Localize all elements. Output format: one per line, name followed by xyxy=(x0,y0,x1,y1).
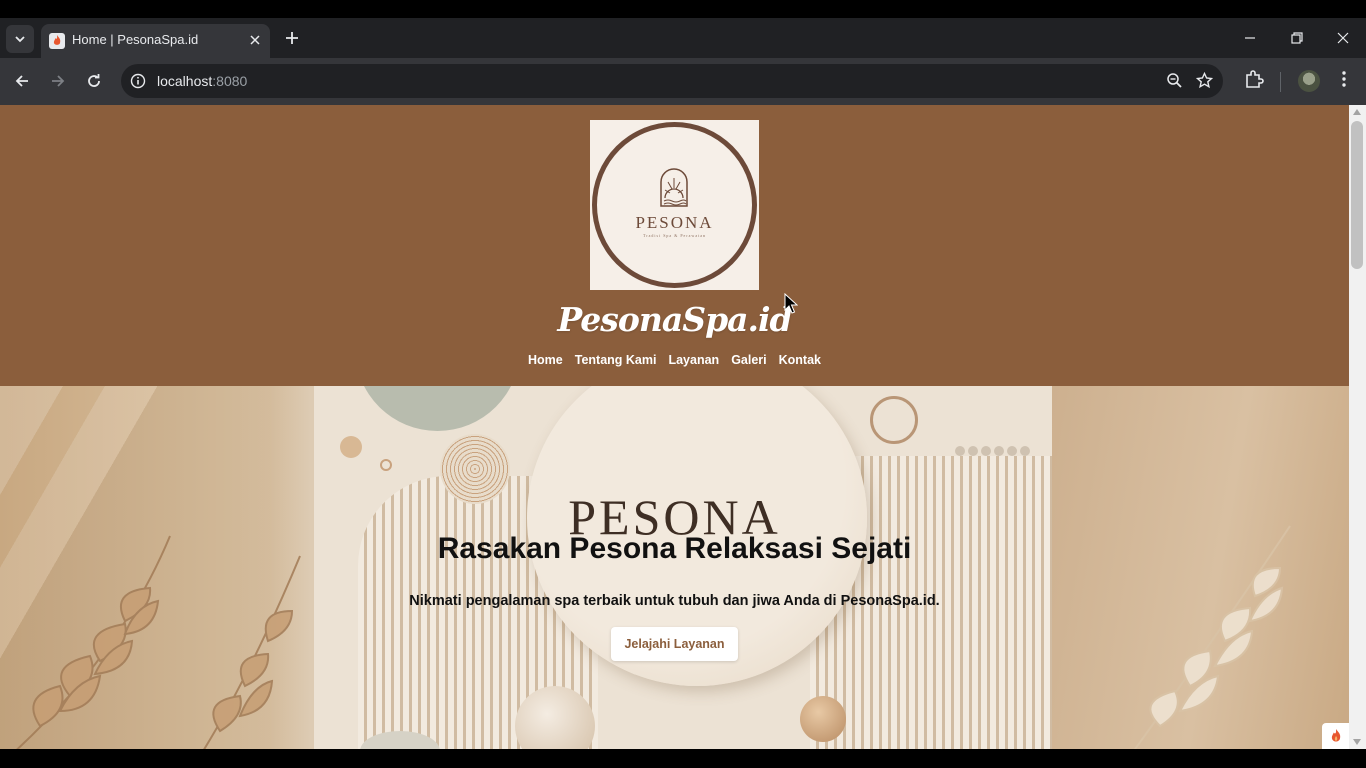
page-scrollbar[interactable] xyxy=(1349,105,1366,749)
chevron-down-icon xyxy=(15,36,25,43)
reload-button[interactable] xyxy=(82,69,106,93)
floating-widget-button[interactable] xyxy=(1322,723,1349,749)
nav-home[interactable]: Home xyxy=(528,353,563,367)
puzzle-icon xyxy=(1246,70,1264,88)
hero-title: Rasakan Pesona Relaksasi Sejati xyxy=(437,532,912,565)
back-button[interactable] xyxy=(10,69,34,93)
back-arrow-icon xyxy=(15,75,28,87)
hero-dots xyxy=(955,446,1030,456)
explore-services-button[interactable]: Jelajahi Layanan xyxy=(611,627,738,661)
nav-layanan[interactable]: Layanan xyxy=(668,353,719,367)
tab-search-button[interactable] xyxy=(6,25,34,53)
browser-menu-button[interactable] xyxy=(1336,69,1352,89)
hero-dot xyxy=(340,436,362,458)
browser-tab[interactable]: Home | PesonaSpa.id xyxy=(41,24,270,58)
screen-bottom-edge xyxy=(0,749,1366,768)
page-viewport: PESONA Tradisi Spa & Perawatan PesonaSpa… xyxy=(0,105,1349,749)
flame-icon xyxy=(49,33,65,49)
restore-icon xyxy=(1291,32,1303,44)
logo-wordmark: PESONA xyxy=(635,213,714,232)
main-nav: Home Tentang Kami Layanan Galeri Kontak xyxy=(0,353,1349,367)
hero-section: PESONA Rasakan Pesona Relaksasi Sejati N… xyxy=(0,386,1349,749)
url-text: localhost:8080 xyxy=(157,73,247,89)
scroll-up-arrow[interactable] xyxy=(1353,109,1361,115)
kebab-menu-icon xyxy=(1342,71,1346,87)
hero-subtitle: Nikmati pengalaman spa terbaik untuk tub… xyxy=(409,593,940,609)
screen: Home | PesonaSpa.id localhost:8080 PESON… xyxy=(0,0,1366,768)
address-bar[interactable]: localhost:8080 xyxy=(121,64,1223,98)
hero-pebble xyxy=(800,696,846,742)
new-tab-button[interactable] xyxy=(281,27,303,49)
hero-dot xyxy=(380,459,392,471)
nav-tentang-kami[interactable]: Tentang Kami xyxy=(575,353,657,367)
browser-tab-strip: Home | PesonaSpa.id xyxy=(0,18,1366,58)
restore-button[interactable] xyxy=(1285,27,1309,49)
toolbar-divider xyxy=(1280,72,1281,92)
forward-arrow-icon xyxy=(52,75,65,87)
tab-title: Home | PesonaSpa.id xyxy=(72,32,199,47)
extensions-button[interactable] xyxy=(1244,69,1264,89)
hero-ring xyxy=(870,396,918,444)
zoom-icon[interactable] xyxy=(1166,72,1183,89)
plus-icon xyxy=(286,32,298,44)
scroll-down-arrow[interactable] xyxy=(1353,739,1361,745)
browser-toolbar: localhost:8080 xyxy=(0,58,1366,105)
mouse-cursor-icon xyxy=(784,293,798,314)
url-port: :8080 xyxy=(212,73,248,89)
brand-name: PesonaSpa.id xyxy=(557,300,792,339)
site-logo[interactable]: PESONA Tradisi Spa & Perawatan xyxy=(590,120,759,290)
site-header: PESONA Tradisi Spa & Perawatan PesonaSpa… xyxy=(0,105,1349,386)
info-icon xyxy=(130,73,146,89)
close-icon xyxy=(1337,32,1349,44)
url-host: localhost xyxy=(157,73,213,89)
site-info-button[interactable] xyxy=(129,72,147,90)
close-icon xyxy=(250,35,260,45)
close-window-button[interactable] xyxy=(1331,27,1355,49)
nav-kontak[interactable]: Kontak xyxy=(779,353,821,367)
minimize-icon xyxy=(1245,37,1255,39)
star-icon[interactable] xyxy=(1196,72,1213,89)
flame-icon xyxy=(1331,729,1340,742)
sun-arch-icon xyxy=(660,168,688,207)
nav-galeri[interactable]: Galeri xyxy=(731,353,766,367)
forward-button[interactable] xyxy=(46,69,70,93)
minimize-button[interactable] xyxy=(1238,27,1262,49)
scroll-thumb[interactable] xyxy=(1351,121,1363,269)
logo-tagline: Tradisi Spa & Perawatan xyxy=(643,233,706,238)
avatar[interactable] xyxy=(1298,70,1320,92)
tab-close-button[interactable] xyxy=(247,32,263,48)
reload-icon xyxy=(88,74,100,87)
